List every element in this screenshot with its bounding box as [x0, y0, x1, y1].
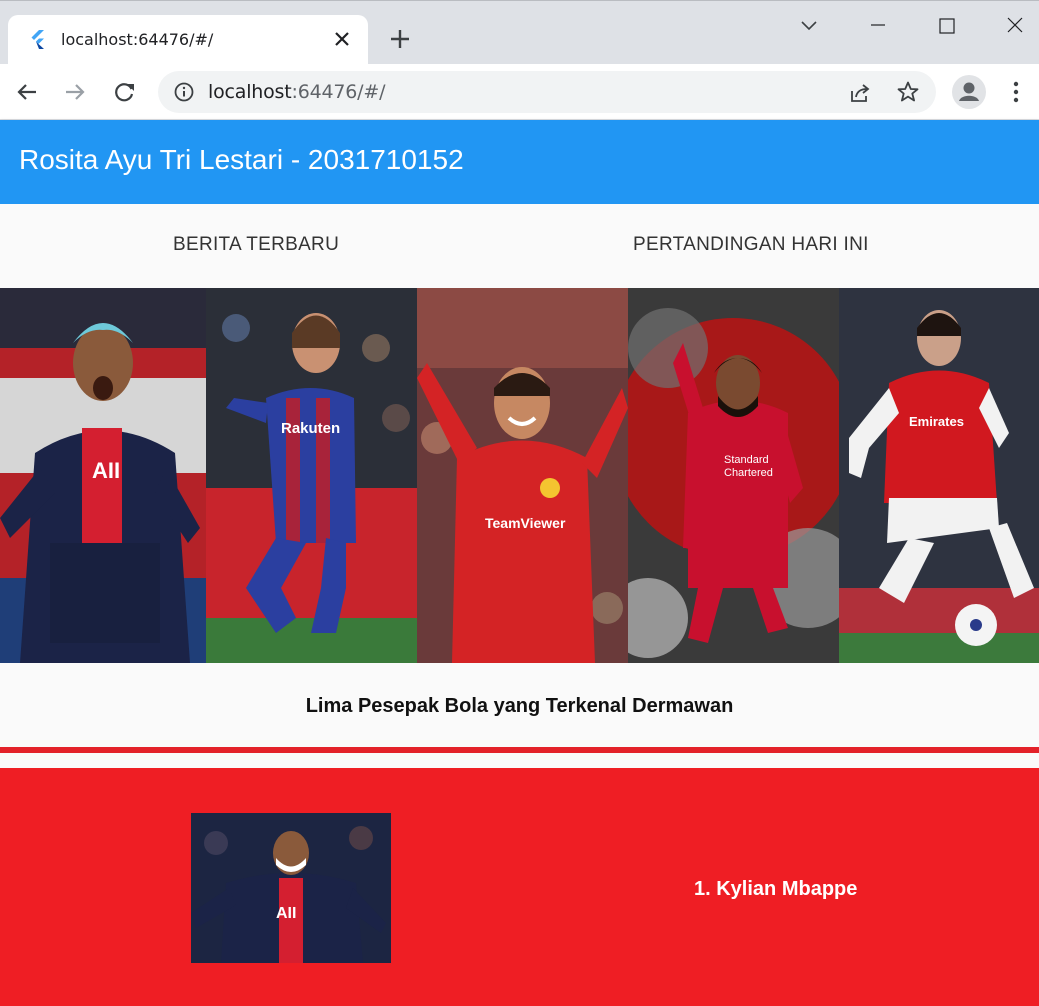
svg-text:Standard: Standard — [724, 454, 769, 466]
player-photo-liverpool[interactable]: Standard Chartered — [628, 288, 839, 663]
profile-avatar[interactable] — [952, 75, 986, 109]
tab-title: localhost:64476/#/ — [61, 30, 214, 49]
player-photo-arsenal[interactable]: Emirates — [839, 288, 1039, 663]
player-thumbnail: AII — [191, 813, 391, 963]
browser-tab-strip: localhost:64476/#/ — [0, 0, 1039, 65]
bookmark-star-icon[interactable] — [896, 80, 920, 104]
reload-icon[interactable] — [108, 76, 140, 108]
address-bar[interactable]: localhost:64476/#/ — [158, 71, 936, 113]
new-tab-icon[interactable] — [386, 25, 414, 53]
back-icon[interactable] — [11, 76, 43, 108]
flutter-icon — [31, 30, 44, 49]
section-heading: Lima Pesepak Bola yang Terkenal Dermawan — [305, 695, 734, 717]
url-text[interactable]: localhost:64476/#/ — [208, 81, 385, 103]
player-image: AII — [191, 813, 391, 963]
player-photo-psg[interactable]: AII — [0, 288, 206, 663]
player-card[interactable]: AII 1. Kylian Mbappe — [0, 768, 1039, 1006]
player-gallery: AII Rakuten TeamViewer Standard Chartere… — [0, 288, 1039, 663]
tab-search-icon[interactable] — [794, 11, 824, 41]
svg-text:Chartered: Chartered — [724, 467, 773, 479]
divider — [0, 747, 1039, 753]
svg-text:TeamViewer: TeamViewer — [485, 515, 566, 531]
player-name: 1. Kylian Mbappe — [694, 878, 858, 900]
forward-icon[interactable] — [59, 76, 91, 108]
tab-berita-terbaru[interactable]: BERITA TERBARU — [173, 234, 339, 256]
share-icon[interactable] — [848, 81, 872, 105]
browser-tab[interactable]: localhost:64476/#/ — [8, 15, 368, 65]
maximize-icon[interactable] — [932, 11, 962, 41]
more-menu-icon[interactable] — [1004, 78, 1028, 106]
close-window-icon[interactable] — [1000, 11, 1030, 41]
svg-text:Emirates: Emirates — [909, 414, 964, 429]
svg-text:AII: AII — [92, 458, 120, 483]
svg-text:Rakuten: Rakuten — [281, 420, 340, 437]
minimize-icon[interactable] — [863, 11, 893, 41]
person-icon — [959, 82, 979, 101]
app-title: Rosita Ayu Tri Lestari - 2031710152 — [19, 144, 464, 175]
browser-toolbar: localhost:64476/#/ — [0, 64, 1039, 120]
player-image: TeamViewer — [417, 288, 628, 663]
app-bar: Rosita Ayu Tri Lestari - 2031710152 — [0, 120, 1039, 204]
player-photo-manutd[interactable]: TeamViewer — [417, 288, 628, 663]
svg-text:AII: AII — [276, 905, 296, 922]
close-tab-icon[interactable] — [330, 27, 354, 51]
tab-row: BERITA TERBARU PERTANDINGAN HARI INI — [0, 204, 1039, 288]
player-photo-barcelona[interactable]: Rakuten — [206, 288, 417, 663]
player-image: Standard Chartered — [628, 288, 839, 663]
info-icon[interactable] — [174, 82, 194, 102]
player-image: AII — [0, 288, 206, 663]
player-image: Rakuten — [206, 288, 417, 663]
player-image: Emirates — [839, 288, 1039, 663]
tab-pertandingan-hari-ini[interactable]: PERTANDINGAN HARI INI — [633, 234, 869, 256]
